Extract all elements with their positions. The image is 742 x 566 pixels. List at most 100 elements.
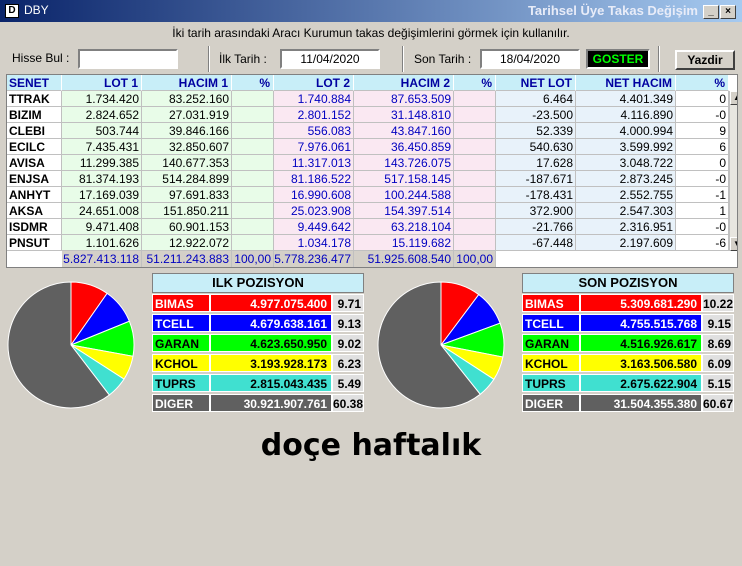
- table-cell: 7.976.061: [274, 139, 354, 155]
- header-lot2[interactable]: LOT 2: [274, 75, 354, 91]
- table-cell: 32.850.607: [142, 139, 232, 155]
- position-name: TUPRS: [522, 374, 580, 392]
- table-row[interactable]: ANHYT 17.169.039 97.691.833 16.990.608 100.2…: [7, 187, 733, 203]
- position-value: 4.755.515.768: [580, 314, 702, 332]
- table-cell: 140.677.353: [142, 155, 232, 171]
- table-cell: 17.169.039: [62, 187, 142, 203]
- table-row[interactable]: ECILC 7.435.431 32.850.607 7.976.061 36.450.…: [7, 139, 733, 155]
- minimize-button[interactable]: _: [703, 5, 719, 19]
- table-row[interactable]: ISDMR 9.471.408 60.901.153 9.449.642 63.218.…: [7, 219, 733, 235]
- cell-senet: AVISA: [7, 155, 62, 171]
- header-senet[interactable]: SENET: [7, 75, 62, 91]
- header-pct2[interactable]: %: [454, 75, 496, 91]
- cell-senet: ANHYT: [7, 187, 62, 203]
- position-name: TCELL: [152, 314, 210, 332]
- toolbar-separator: [208, 46, 210, 72]
- ilk-pozisyon-pie: [7, 281, 135, 409]
- position-name: GARAN: [522, 334, 580, 352]
- table-cell: 0: [676, 155, 729, 171]
- table-cell: 517.158.145: [354, 171, 454, 187]
- table-row[interactable]: BIZIM 2.824.652 27.031.919 2.801.152 31.148.…: [7, 107, 733, 123]
- son-tarih-input[interactable]: 18/04/2020: [480, 49, 580, 69]
- table-cell: -1: [676, 187, 729, 203]
- table-scrollbar[interactable]: ▲ ▼: [729, 91, 737, 251]
- table-totals-row: 5.827.413.118 51.211.243.883 100,00 5.77…: [7, 251, 733, 267]
- cell-senet: CLEBI: [7, 123, 62, 139]
- table-cell: [454, 235, 496, 251]
- table-row[interactable]: PNSUT 1.101.626 12.922.072 1.034.178 15.119.…: [7, 235, 733, 251]
- header-pct3[interactable]: %: [676, 75, 729, 91]
- position-pct: 9.13: [332, 314, 364, 332]
- table-cell: 151.850.211: [142, 203, 232, 219]
- table-cell: 154.397.514: [354, 203, 454, 219]
- header-hacim2[interactable]: HACIM 2: [354, 75, 454, 91]
- position-pct: 9.02: [332, 334, 364, 352]
- position-name: BIMAS: [152, 294, 210, 312]
- position-row: DIGER 31.504.355.380 60.67: [522, 394, 734, 412]
- position-row: TCELL 4.755.515.768 9.15: [522, 314, 734, 332]
- table-cell: 16.990.608: [274, 187, 354, 203]
- table-cell: 25.023.908: [274, 203, 354, 219]
- position-row: KCHOL 3.193.928.173 6.23: [152, 354, 364, 372]
- table-row[interactable]: AVISA 11.299.385 140.677.353 11.317.013 143.…: [7, 155, 733, 171]
- table-cell: 12.922.072: [142, 235, 232, 251]
- app-icon[interactable]: D: [5, 4, 19, 18]
- position-pct: 5.15: [702, 374, 734, 392]
- position-name: GARAN: [152, 334, 210, 352]
- scroll-down-icon[interactable]: ▼: [730, 237, 737, 251]
- hisse-bul-input[interactable]: [78, 49, 178, 69]
- table-cell: -23.500: [496, 107, 576, 123]
- position-name: BIMAS: [522, 294, 580, 312]
- position-pct: 5.49: [332, 374, 364, 392]
- position-pct: 8.69: [702, 334, 734, 352]
- goster-button[interactable]: GOSTER: [586, 49, 650, 69]
- ilk-tarih-input[interactable]: 11/04/2020: [280, 49, 380, 69]
- table-cell: 4.000.994: [576, 123, 676, 139]
- position-row: KCHOL 3.163.506.580 6.09: [522, 354, 734, 372]
- position-row: BIMAS 5.309.681.290 10.22: [522, 294, 734, 312]
- cell-senet: TTRAK: [7, 91, 62, 107]
- close-button[interactable]: ×: [720, 5, 736, 19]
- table-cell: 1.034.178: [274, 235, 354, 251]
- table-cell: -0: [676, 171, 729, 187]
- takas-table[interactable]: SENET LOT 1 HACIM 1 % LOT 2 HACIM 2 % NE…: [6, 74, 738, 268]
- header-netlot[interactable]: NET LOT: [496, 75, 576, 91]
- header-nethacim[interactable]: NET HACIM: [576, 75, 676, 91]
- header-hacim1[interactable]: HACIM 1: [142, 75, 232, 91]
- header-pct1[interactable]: %: [232, 75, 274, 91]
- header-lot1[interactable]: LOT 1: [62, 75, 142, 91]
- table-cell: 17.628: [496, 155, 576, 171]
- position-value: 3.163.506.580: [580, 354, 702, 372]
- position-pct: 60.67: [702, 394, 734, 412]
- cell-senet: ECILC: [7, 139, 62, 155]
- scroll-up-icon[interactable]: ▲: [730, 91, 737, 105]
- table-cell: 1: [676, 203, 729, 219]
- position-pct: 10.22: [702, 294, 734, 312]
- table-cell: 9: [676, 123, 729, 139]
- cell-senet: ENJSA: [7, 171, 62, 187]
- table-cell: 2.824.652: [62, 107, 142, 123]
- table-cell: [232, 219, 274, 235]
- table-cell: 43.847.160: [354, 123, 454, 139]
- hisse-bul-label: Hisse Bul :: [12, 51, 70, 65]
- table-cell: [454, 155, 496, 171]
- yazdir-button[interactable]: Yazdir: [675, 50, 735, 70]
- table-row[interactable]: AKSA 24.651.008 151.850.211 25.023.908 154.3…: [7, 203, 733, 219]
- table-cell: 11.317.013: [274, 155, 354, 171]
- table-cell: -178.431: [496, 187, 576, 203]
- table-cell: 60.901.153: [142, 219, 232, 235]
- table-cell: 2.547.303: [576, 203, 676, 219]
- title-bar: D DBY Tarihsel Üye Takas Değişim _ ×: [0, 0, 742, 22]
- table-row[interactable]: CLEBI 503.744 39.846.166 556.083 43.847.160 5…: [7, 123, 733, 139]
- total-lot1: 5.827.413.118: [62, 251, 142, 267]
- table-cell: 7.435.431: [62, 139, 142, 155]
- position-name: DIGER: [522, 394, 580, 412]
- position-value: 30.921.907.761: [210, 394, 332, 412]
- hint-text: İki tarih arasındaki Aracı Kurumun takas…: [172, 26, 570, 40]
- table-row[interactable]: ENJSA 81.374.193 514.284.899 81.186.522 517.…: [7, 171, 733, 187]
- table-cell: 100.244.588: [354, 187, 454, 203]
- position-row: TUPRS 2.815.043.435 5.49: [152, 374, 364, 392]
- table-cell: [232, 155, 274, 171]
- table-row[interactable]: TTRAK 1.734.420 83.252.160 1.740.884 87.653.…: [7, 91, 733, 107]
- table-cell: 1.101.626: [62, 235, 142, 251]
